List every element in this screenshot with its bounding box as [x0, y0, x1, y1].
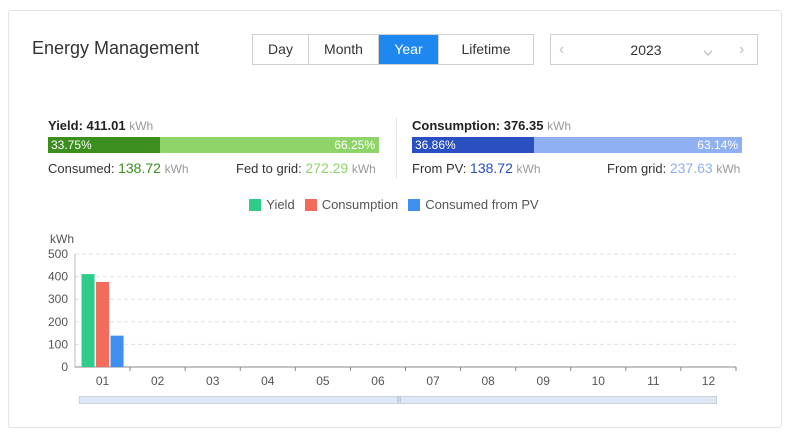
y-tick-label-0: 0 [61, 360, 68, 374]
x-tick-label-12: 12 [702, 374, 716, 388]
x-tick-label-08: 08 [481, 374, 495, 388]
x-tick-label-11: 11 [647, 374, 660, 388]
chart-zoom-scrollbar[interactable]: ||| [79, 396, 717, 404]
y-tick-label-400: 400 [48, 270, 68, 284]
bar-yield-01 [81, 274, 95, 367]
y-tick-label-100: 100 [48, 337, 68, 351]
x-tick-label-07: 07 [426, 374, 440, 388]
bar-consumed-from-pv-01 [110, 335, 124, 367]
x-tick-label-06: 06 [371, 374, 385, 388]
y-tick-label-500: 500 [48, 247, 68, 261]
x-tick-label-01: 01 [96, 374, 110, 388]
y-axis-label: kWh [50, 232, 74, 246]
x-tick-label-04: 04 [261, 374, 275, 388]
x-tick-label-05: 05 [316, 374, 330, 388]
scrollbar-grip-icon[interactable]: ||| [395, 397, 403, 403]
energy-bar-chart: kWh 0 100 200 300 400 500 01 02 03 04 05 06 07 08 09 10 1… [48, 232, 737, 388]
x-tick-label-10: 10 [592, 374, 606, 388]
bar-consumption-01 [96, 281, 110, 367]
y-tick-label-200: 200 [48, 315, 68, 329]
x-tick-label-09: 09 [537, 374, 551, 388]
x-tick-label-02: 02 [151, 374, 165, 388]
x-tick-label-03: 03 [206, 374, 220, 388]
y-tick-label-300: 300 [48, 292, 68, 306]
